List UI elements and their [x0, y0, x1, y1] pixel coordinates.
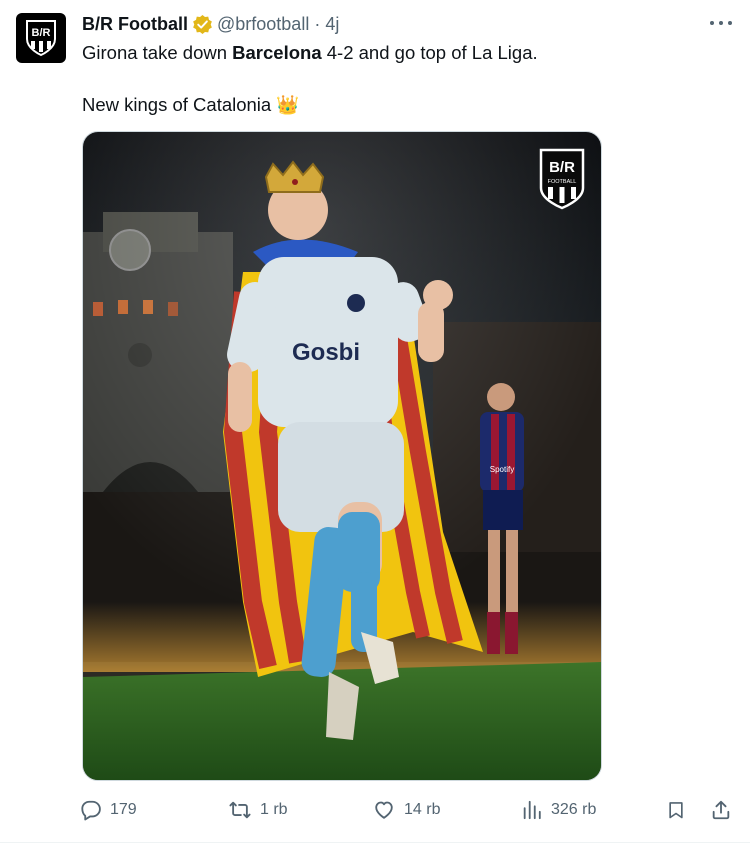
post-image[interactable]: Spotify Gosbi B/R FOOTBALL	[82, 131, 602, 781]
separator-dot: ·	[314, 13, 321, 34]
share-icon	[712, 800, 730, 820]
author-name[interactable]: B/R Football	[82, 14, 188, 35]
watermark-logo-text: B/R	[549, 159, 575, 176]
author-avatar[interactable]: B/R	[16, 13, 66, 63]
like-count: 14 rb	[404, 801, 441, 818]
opponent-jersey-sponsor: Spotify	[490, 465, 514, 474]
share-button[interactable]	[710, 795, 740, 825]
text-bold-segment: Barcelona	[232, 42, 322, 63]
bookmark-button[interactable]	[666, 795, 694, 825]
bookmark-icon	[669, 802, 683, 819]
avatar-logo-text: B/R	[32, 27, 51, 39]
post-text: Girona take down Barcelona 4-2 and go to…	[82, 40, 722, 118]
watermark-logo-subtext: FOOTBALL	[548, 179, 577, 185]
post-header: B/R Football @brfootball · 4j	[82, 12, 690, 36]
like-button[interactable]: 14 rb	[372, 795, 440, 825]
views-button[interactable]: 326 rb	[521, 795, 596, 825]
views-count: 326 rb	[551, 801, 597, 818]
post-time[interactable]: 4j	[325, 14, 339, 35]
reply-button[interactable]: 179	[80, 795, 137, 825]
br-watermark-logo: B/R FOOTBALL	[539, 148, 585, 210]
crown-emoji: 👑	[276, 94, 300, 115]
author-handle[interactable]: @brfootball	[217, 14, 309, 35]
reply-count: 179	[110, 801, 137, 818]
br-logo-icon: B/R	[26, 20, 56, 57]
repost-count: 1 rb	[260, 801, 288, 818]
text-segment: 4-2 and go top of La Liga.	[321, 42, 538, 63]
repost-button[interactable]: 1 rb	[228, 795, 288, 825]
post-actions: 179 1 rb 14 rb 326 rb	[80, 795, 740, 825]
football-artwork-image: Spotify Gosbi B/R FOOTBALL	[83, 132, 601, 780]
post-text-line-1: Girona take down Barcelona 4-2 and go to…	[82, 40, 722, 66]
text-segment: Girona take down	[82, 42, 233, 63]
repost-icon	[229, 801, 251, 819]
verified-badge-icon	[193, 14, 212, 34]
like-icon	[375, 801, 393, 819]
jersey-sponsor: Gosbi	[292, 339, 360, 366]
post-text-line-2: New kings of Catalonia 👑	[82, 92, 722, 118]
reply-icon	[81, 800, 101, 821]
more-icon[interactable]	[710, 14, 732, 32]
views-icon	[523, 800, 541, 820]
text-segment: New kings of Catalonia	[82, 94, 272, 115]
